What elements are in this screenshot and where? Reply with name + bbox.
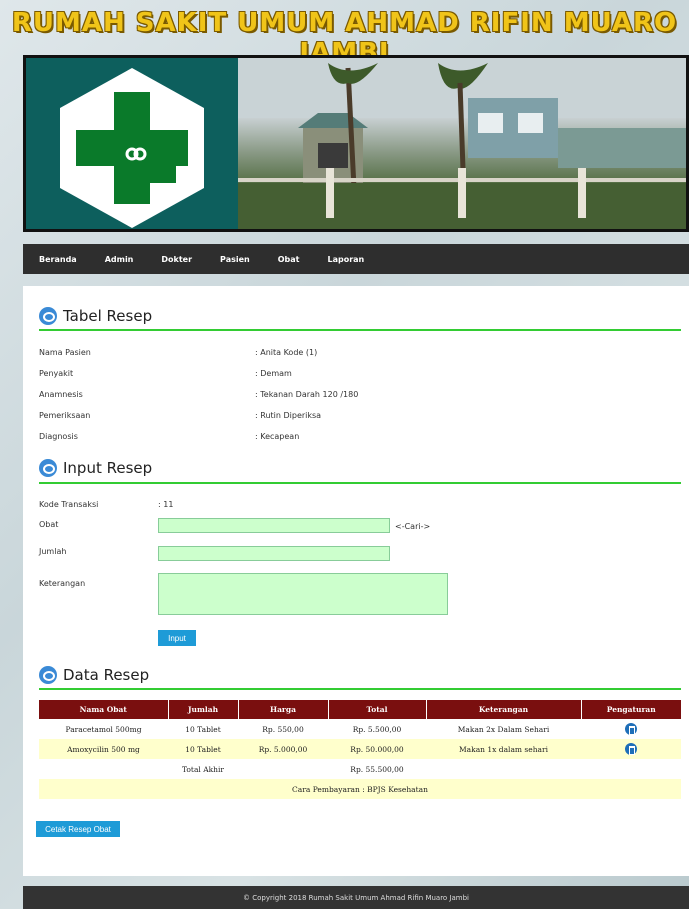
table-row: Paracetamol 500mg 10 Tablet Rp. 550,00 R… (39, 719, 681, 739)
label-nama-pasien: Nama Pasien (39, 348, 91, 357)
delete-icon[interactable] (625, 723, 637, 735)
cell-harga: Rp. 550,00 (238, 719, 328, 739)
column-header: Jumlah (168, 700, 239, 719)
section-title-text: Input Resep (63, 459, 153, 477)
total-row: Total Akhir Rp. 55.500,00 (39, 759, 681, 779)
value-kode-transaksi: : 11 (158, 500, 174, 509)
nav-obat[interactable]: Obat (278, 255, 300, 264)
label-kode-transaksi: Kode Transaksi (39, 500, 99, 509)
nav-pasien[interactable]: Pasien (220, 255, 250, 264)
label-pemeriksaan: Pemeriksaan (39, 411, 91, 420)
label-keterangan: Keterangan (39, 579, 86, 588)
cell-total: Rp. 50.000,00 (328, 739, 426, 759)
value-diagnosis: : Kecapean (255, 432, 300, 441)
value-nama-pasien: : Anita Kode (1) (255, 348, 318, 357)
column-header: Keterangan (426, 700, 582, 719)
payment-method: Cara Pembayaran : BPJS Kesehatan (39, 779, 681, 799)
divider (39, 329, 681, 331)
cell-keterangan: Makan 2x Dalam Sehari (426, 719, 581, 739)
payment-row: Cara Pembayaran : BPJS Kesehatan (39, 779, 681, 799)
cetak-resep-button[interactable]: Cetak Resep Obat (36, 821, 120, 837)
data-resep-table: Nama Obat Jumlah Harga Total Keterangan … (39, 700, 681, 799)
cari-link[interactable]: <-Cari-> (395, 522, 430, 531)
label-penyakit: Penyakit (39, 369, 74, 378)
label-diagnosis: Diagnosis (39, 432, 78, 441)
nav-dokter[interactable]: Dokter (161, 255, 192, 264)
section-title-text: Data Resep (63, 666, 150, 684)
main-navbar: Beranda Admin Dokter Pasien Obat Laporan (23, 244, 689, 274)
obat-input[interactable] (158, 518, 390, 533)
column-header: Total (328, 700, 427, 719)
header-banner (23, 55, 689, 232)
main-content: Tabel Resep Nama Pasien : Anita Kode (1)… (23, 286, 689, 876)
nav-admin[interactable]: Admin (105, 255, 134, 264)
cell-total: Rp. 5.500,00 (328, 719, 426, 739)
label-obat: Obat (39, 520, 59, 529)
value-pemeriksaan: : Rutin Diperiksa (255, 411, 322, 420)
column-header: Pengaturan (581, 700, 681, 719)
divider (39, 688, 681, 690)
section-tabel-resep: Tabel Resep (39, 307, 152, 325)
hospital-logo (26, 58, 238, 229)
cell-nama-obat: Amoxycilin 500 mg (39, 739, 168, 759)
footer-copyright: © Copyright 2018 Rumah Sakit Umum Ahmad … (23, 886, 689, 909)
section-bullet-icon (39, 459, 57, 477)
keterangan-textarea[interactable] (158, 573, 448, 615)
nav-laporan[interactable]: Laporan (327, 255, 364, 264)
column-header: Harga (238, 700, 329, 719)
jumlah-input[interactable] (158, 546, 390, 561)
total-label: Total Akhir (168, 759, 238, 779)
divider (39, 482, 681, 484)
section-bullet-icon (39, 666, 57, 684)
label-jumlah: Jumlah (39, 547, 67, 556)
hospital-photo (238, 58, 686, 229)
value-penyakit: : Demam (255, 369, 292, 378)
column-header: Nama Obat (39, 700, 169, 719)
section-data-resep: Data Resep (39, 666, 149, 684)
nav-beranda[interactable]: Beranda (39, 255, 77, 264)
section-bullet-icon (39, 307, 57, 325)
total-value: Rp. 55.500,00 (328, 759, 426, 779)
table-header-row: Nama Obat Jumlah Harga Total Keterangan … (39, 700, 681, 719)
cell-jumlah: 10 Tablet (168, 739, 238, 759)
section-input-resep: Input Resep (39, 459, 152, 477)
input-button[interactable]: Input (158, 630, 196, 646)
section-title-text: Tabel Resep (63, 307, 153, 325)
cell-pengaturan (581, 739, 681, 759)
value-anamnesis: : Tekanan Darah 120 /180 (255, 390, 359, 399)
delete-icon[interactable] (625, 743, 637, 755)
cell-keterangan: Makan 1x dalam sehari (426, 739, 581, 759)
cell-nama-obat: Paracetamol 500mg (39, 719, 168, 739)
cell-pengaturan (581, 719, 681, 739)
cell-harga: Rp. 5.000,00 (238, 739, 328, 759)
cell-jumlah: 10 Tablet (168, 719, 238, 739)
label-anamnesis: Anamnesis (39, 390, 83, 399)
table-row: Amoxycilin 500 mg 10 Tablet Rp. 5.000,00… (39, 739, 681, 759)
